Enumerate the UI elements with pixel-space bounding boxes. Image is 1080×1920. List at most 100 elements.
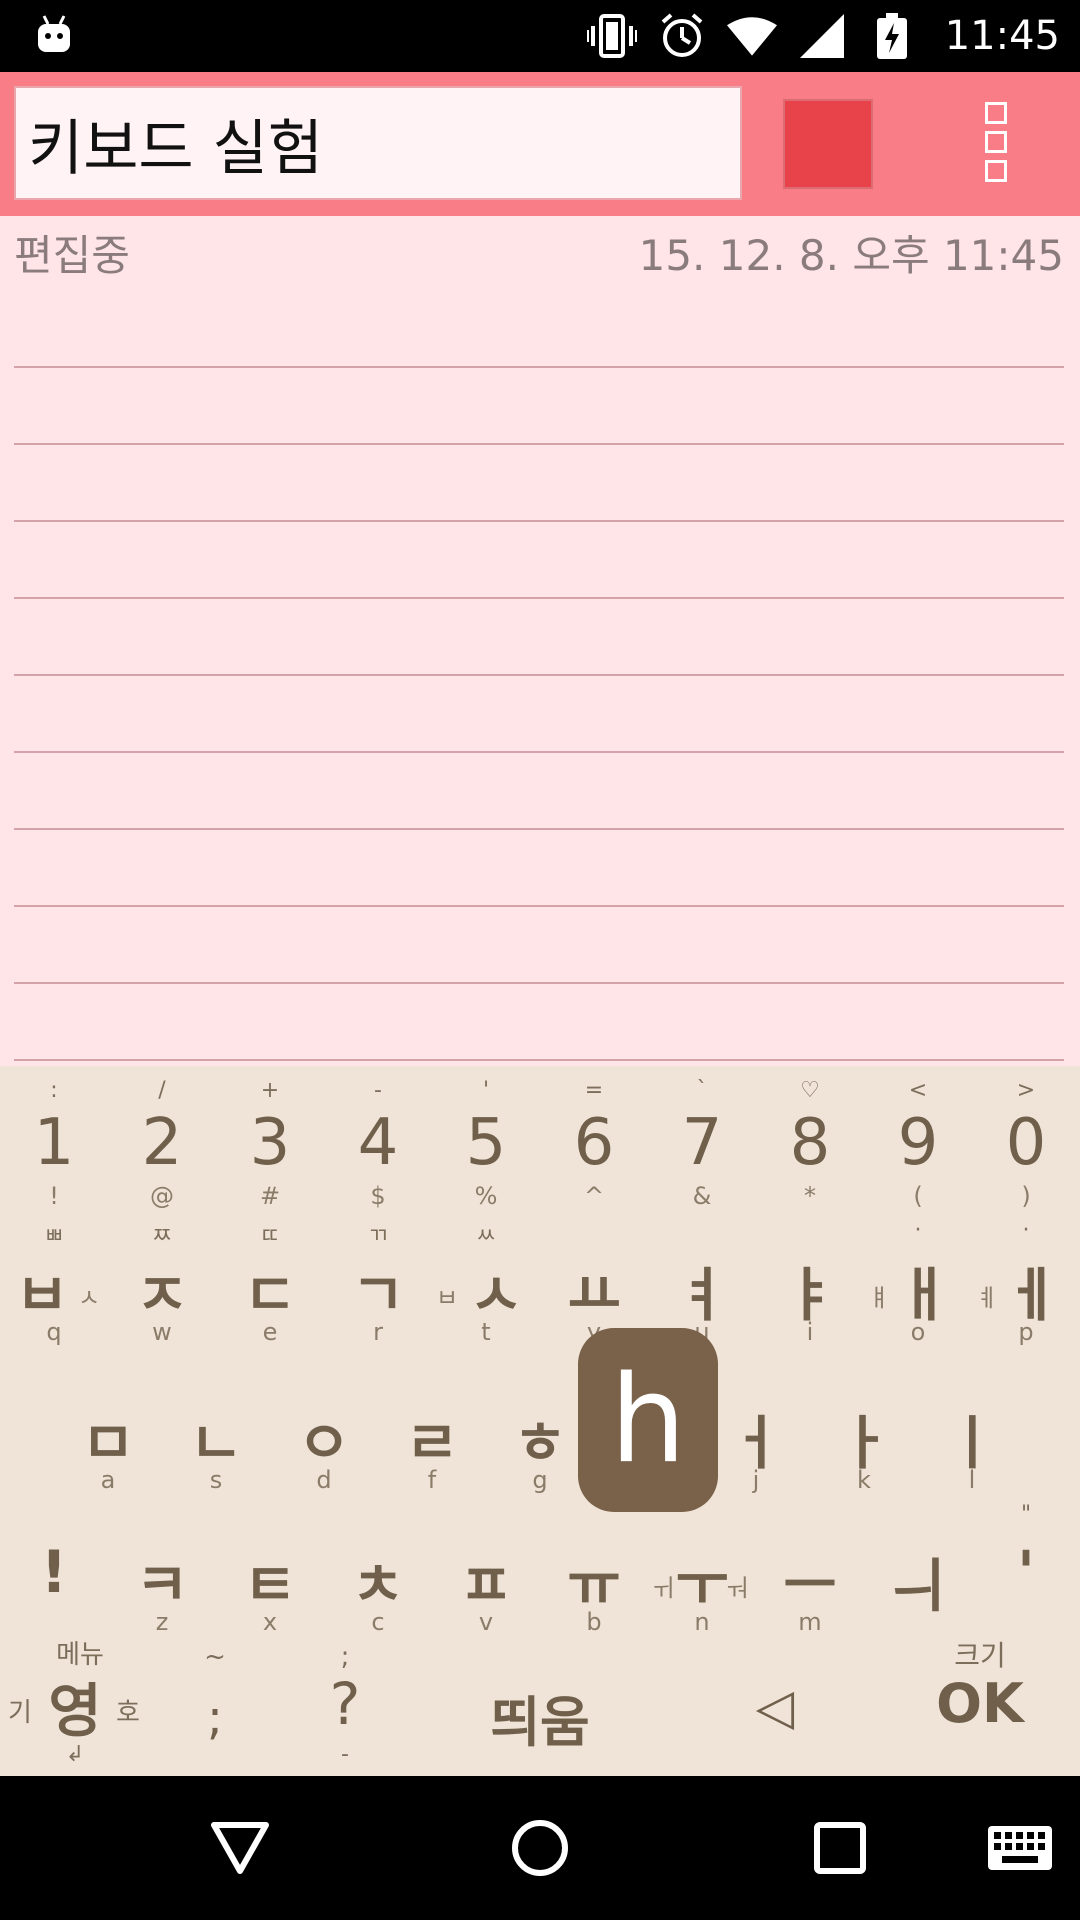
key-label: ; [206, 1690, 224, 1746]
android-icon [38, 15, 70, 52]
key-alt: " [1020, 1502, 1032, 1527]
key-alt: ㄸ [259, 1224, 281, 1249]
key-e[interactable]: ㄸ ㄷ e [216, 1218, 324, 1354]
key-label: 2 [141, 1106, 183, 1180]
title-field[interactable]: 키보드 실험 [14, 86, 742, 200]
language-toggle-key[interactable]: 메뉴 영 기 호 ↲ [0, 1634, 160, 1776]
key-a[interactable]: ㅁ a [54, 1366, 162, 1502]
key-label: ' [1017, 1538, 1035, 1606]
key-shift: % [474, 1182, 498, 1210]
key-alt: / [158, 1078, 166, 1103]
key-shift: ! [49, 1182, 59, 1210]
key-v[interactable]: ㅍ v [432, 1508, 540, 1644]
key-n[interactable]: ㅟ ㅜ ㅝ n [648, 1508, 756, 1644]
key-b[interactable]: ㅠ b [540, 1508, 648, 1644]
home-icon[interactable] [490, 1798, 590, 1898]
semicolon-key[interactable]: ~ ; [160, 1634, 270, 1776]
key-5[interactable]: ' 5 % [432, 1076, 540, 1212]
key-z[interactable]: ㅋ z [108, 1508, 216, 1644]
paper-line [14, 905, 1064, 907]
paper-line [14, 982, 1064, 984]
key-d[interactable]: ㅇ d [270, 1366, 378, 1502]
key-i[interactable]: ㅑ i [756, 1218, 864, 1354]
key-label: OK [936, 1672, 1024, 1735]
key-label: ? [329, 1670, 361, 1738]
question-key[interactable]: ; ? - [290, 1634, 400, 1776]
note-title: 키보드 실험 [28, 113, 324, 184]
key-small: 호 [116, 1698, 140, 1728]
key-latin: i [806, 1318, 814, 1346]
key-ui[interactable]: ㅢ [864, 1508, 972, 1644]
key-o[interactable]: · ㅐ ㅒ o [864, 1218, 972, 1354]
key-label: 0 [1005, 1106, 1047, 1180]
key-latin: e [262, 1318, 278, 1346]
key-0[interactable]: > 0 ) [972, 1076, 1080, 1212]
key-alt: 크기 [954, 1639, 1006, 1672]
key-1[interactable]: : 1 ! [0, 1076, 108, 1212]
key-preview-popup: h [578, 1328, 718, 1512]
key-small: ㅖ [976, 1284, 999, 1312]
key-j[interactable]: ㅓ j [702, 1366, 810, 1502]
key-alt: ` [696, 1078, 708, 1103]
ok-key[interactable]: 크기 OK [900, 1634, 1060, 1776]
key-latin: a [100, 1466, 116, 1494]
vibrate-icon [586, 11, 637, 61]
paper-line [14, 520, 1064, 522]
key-alt: ㅉ [151, 1224, 173, 1249]
key-8[interactable]: ♡ 8 * [756, 1076, 864, 1212]
key-latin: r [373, 1318, 383, 1346]
key-latin: x [262, 1608, 278, 1636]
key-exclaim[interactable]: ! [0, 1508, 108, 1644]
key-f[interactable]: ㄹ f [378, 1366, 486, 1502]
key-latin: j [752, 1466, 760, 1494]
backspace-key[interactable]: ◁ [700, 1634, 850, 1776]
key-3[interactable]: + 3 # [216, 1076, 324, 1212]
key-l[interactable]: ㅣ l [918, 1366, 1026, 1502]
key-alt: · [914, 1218, 922, 1243]
key-w[interactable]: ㅉ ㅈ w [108, 1218, 216, 1354]
paper-line [14, 828, 1064, 830]
overflow-menu-icon[interactable] [978, 102, 1014, 182]
key-r[interactable]: ㄲ ㄱ r [324, 1218, 432, 1354]
key-small: ㅒ [868, 1284, 891, 1312]
key-alt: > [1016, 1078, 1036, 1103]
key-k[interactable]: ㅏ k [810, 1366, 918, 1502]
key-2[interactable]: / 2 @ [108, 1076, 216, 1212]
navigation-bar [0, 1776, 1080, 1920]
keyboard-icon[interactable] [970, 1798, 1070, 1898]
key-7[interactable]: ` 7 & [648, 1076, 756, 1212]
key-latin: q [46, 1318, 62, 1346]
key-s[interactable]: ㄴ s [162, 1366, 270, 1502]
key-shift: @ [150, 1182, 174, 1210]
key-t[interactable]: ㅆ ㅅ ㅂ t [432, 1218, 540, 1354]
battery-charging-icon [867, 11, 917, 61]
key-label: 6 [573, 1106, 615, 1180]
key-latin: f [427, 1466, 437, 1494]
key-alt: ~ [204, 1642, 226, 1672]
key-p[interactable]: · ㅔ ㅖ p [972, 1218, 1080, 1354]
key-c[interactable]: ㅊ c [324, 1508, 432, 1644]
recents-icon[interactable] [790, 1798, 890, 1898]
wifi-icon [726, 11, 777, 61]
key-9[interactable]: < 9 ( [864, 1076, 972, 1212]
key-6[interactable]: = 6 ^ [540, 1076, 648, 1212]
key-latin: t [481, 1318, 491, 1346]
paper-line [14, 366, 1064, 368]
note-body[interactable] [14, 235, 1064, 1065]
key-label: 9 [897, 1106, 939, 1180]
key-shift: ) [1021, 1182, 1031, 1210]
key-x[interactable]: ㅌ x [216, 1508, 324, 1644]
key-alt: ♡ [800, 1078, 820, 1103]
key-m[interactable]: ㅡ m [756, 1508, 864, 1644]
color-picker-button[interactable] [783, 99, 873, 189]
back-icon[interactable] [190, 1798, 290, 1898]
key-q[interactable]: ㅃ ㅂ ㅅ q [0, 1218, 108, 1354]
space-key[interactable]: 띄움 [420, 1634, 660, 1776]
key-alt: ㅃ [43, 1224, 65, 1249]
key-label: 3 [249, 1106, 291, 1180]
key-apostrophe[interactable]: " ' [972, 1502, 1080, 1644]
key-4[interactable]: - 4 $ [324, 1076, 432, 1212]
paper-line [14, 597, 1064, 599]
key-alt: ; [340, 1642, 350, 1672]
key-label: ! [40, 1538, 68, 1606]
